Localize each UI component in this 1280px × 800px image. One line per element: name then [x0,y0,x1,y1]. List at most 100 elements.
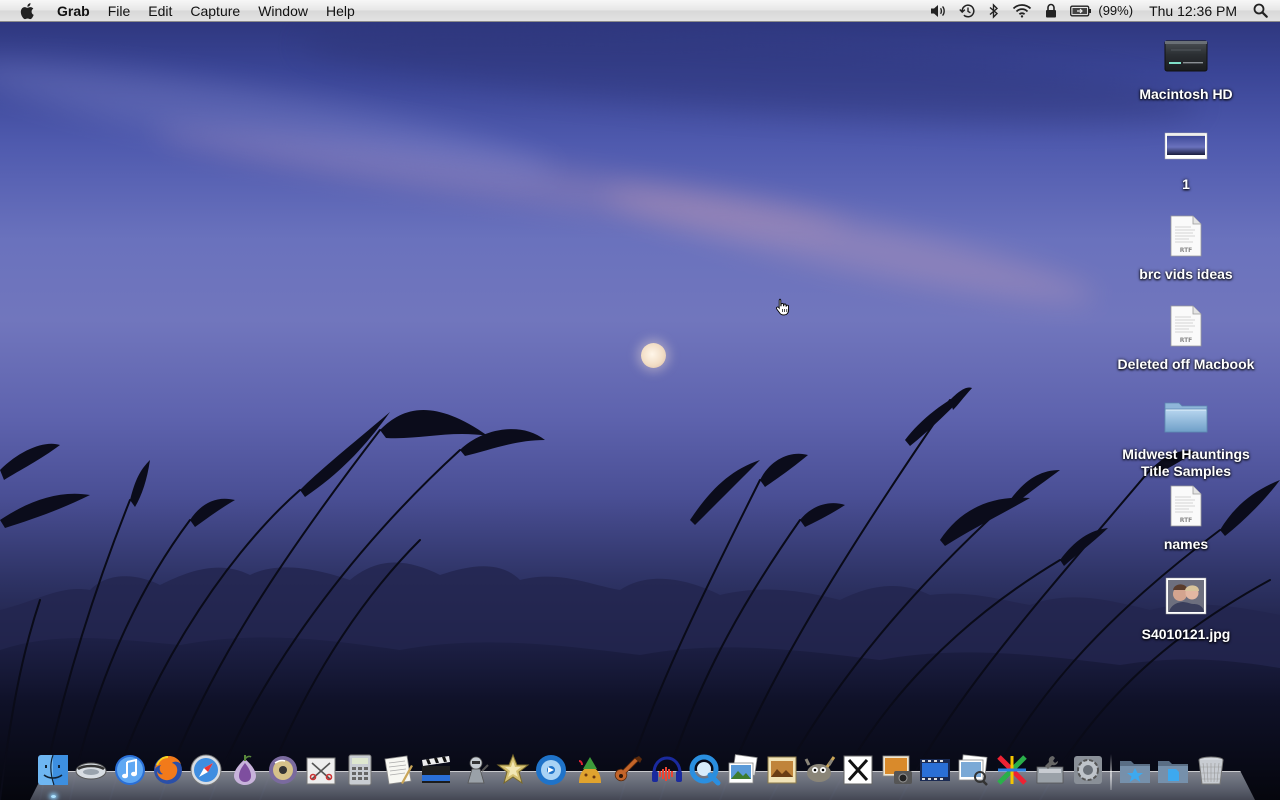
menu-window[interactable]: Window [249,0,317,22]
dock-item-safari[interactable] [189,750,223,790]
scissors-app-icon [306,757,336,785]
menu-app-name[interactable]: Grab [48,0,99,22]
battery-charging-icon[interactable] [1070,0,1092,22]
menubar-clock[interactable]: Thu 12:36 PM [1149,0,1237,22]
dock-item-mail[interactable] [74,750,108,790]
imovie-star-icon [496,753,530,785]
automator-icon [467,756,489,784]
dock-item-audacity[interactable] [650,750,684,790]
x11-icon [843,755,873,785]
dock-item-iphoto[interactable] [726,750,760,790]
iphoto-icon [728,754,758,784]
dock-item-gimp[interactable] [803,750,837,790]
dock-separator [1109,754,1112,790]
desktop-icon-deleted-off-macbook[interactable]: RTF Deleted off Macbook [1103,302,1269,373]
dock-item-adium[interactable] [573,750,607,790]
dock-item-tor[interactable] [228,750,262,790]
image-capture-icon [882,755,912,784]
menu-file[interactable]: File [99,0,140,22]
dock-item-scissors-app[interactable] [304,750,338,790]
dock-item-garageband[interactable] [611,750,645,790]
desktop-icon-macintosh-hd[interactable]: Macintosh HD [1103,32,1269,103]
image-thumbnail-icon [1162,122,1210,170]
dock-item-textedit[interactable] [381,750,415,790]
imovie-clapper-icon [422,756,451,783]
menu-bar: Grab File Edit Capture Window Help (99%)… [0,0,1280,22]
dock-item-disc-app[interactable] [266,750,300,790]
preview-icon [958,754,989,786]
hand-pointer-cursor-icon [775,298,791,316]
desktop-icon-midwest-hauntings[interactable]: Midwest Hauntings Title Samples [1103,392,1269,480]
photo-thumbnail-icon [1162,572,1210,620]
dock-item-disk-utility[interactable] [1033,750,1067,790]
firefox-icon [154,756,183,784]
colorful-arrows-icon [996,755,1027,785]
trash-icon [1198,756,1224,785]
bluetooth-icon[interactable] [989,0,999,22]
video-app-icon [919,759,950,781]
quicktime-icon [689,754,721,786]
dock-item-colorful-arrows[interactable] [995,750,1029,790]
desktop-icon-s4010121-jpg[interactable]: S4010121.jpg [1103,572,1269,643]
speaker-icon[interactable] [930,0,946,22]
dock-item-image-capture[interactable] [880,750,914,790]
dock-item-documents-folder[interactable] [1156,750,1190,790]
audacity-icon [651,756,682,782]
desktop-icon-names[interactable]: RTF names [1103,482,1269,553]
dock-item-applications-folder[interactable] [1118,750,1152,790]
dock-item-video-app[interactable] [918,750,952,790]
safari-icon [190,754,222,786]
disc-app-icon [269,756,298,784]
lock-icon[interactable] [1045,0,1057,22]
time-machine-icon[interactable] [959,0,976,22]
dock-item-x11[interactable] [841,750,875,790]
gimp-icon [804,756,836,782]
rtf-badge: RTF [1180,337,1193,344]
desktop-icon-label: Deleted off Macbook [1117,356,1255,372]
dock-item-imovie-star[interactable] [496,750,530,790]
dock-item-firefox[interactable] [151,750,185,790]
dock-item-dvd-player[interactable] [534,750,568,790]
desktop[interactable]: Grab File Edit Capture Window Help (99%)… [0,0,1280,800]
menu-capture[interactable]: Capture [181,0,249,22]
dock-item-finder[interactable] [36,750,70,790]
desktop-icon-label: brc vids ideas [1139,266,1233,282]
dock-item-itunes[interactable] [113,750,147,790]
garageband-guitar-icon [614,756,643,782]
desktop-icon-label: Macintosh HD [1139,86,1233,102]
rtf-badge: RTF [1180,247,1193,254]
rtf-document-icon: RTF [1162,302,1210,350]
dock-item-preview[interactable] [956,750,990,790]
dock-item-imovie-clapper[interactable] [419,750,453,790]
applications-folder-icon [1119,761,1150,783]
hard-drive-icon [1162,32,1210,80]
battery-percent[interactable]: (99%) [1098,0,1133,22]
finder-icon [38,754,68,786]
dock-item-system-preferences[interactable] [1071,750,1105,790]
landscape-silhouette [0,387,1280,800]
dock-item-calculator[interactable] [343,750,377,790]
desktop-icon-1[interactable]: 1 [1103,122,1269,193]
dock-item-quicktime[interactable] [688,750,722,790]
rtf-document-icon: RTF [1162,482,1210,530]
dvd-player-icon [536,755,567,785]
spotlight-search-icon[interactable] [1253,0,1268,22]
mail-icon [75,762,107,780]
desktop-icon-label: names [1163,536,1209,552]
wifi-icon[interactable] [1012,0,1032,22]
menu-edit[interactable]: Edit [139,0,181,22]
system-preferences-icon [1074,756,1103,784]
desktop-icon-brc-vids-ideas[interactable]: RTF brc vids ideas [1103,212,1269,283]
dock-item-slideshow[interactable] [765,750,799,790]
menu-help[interactable]: Help [317,0,364,22]
calculator-icon [348,754,372,786]
tor-onion-icon [233,755,256,785]
finder-running-indicator [51,795,56,798]
apple-logo-icon[interactable] [8,0,48,22]
textedit-icon [384,755,414,785]
rtf-document-icon: RTF [1162,212,1210,260]
dock-item-automator[interactable] [458,750,492,790]
itunes-icon [114,755,145,785]
dock-item-trash[interactable] [1194,750,1228,790]
adium-icon [578,757,601,783]
